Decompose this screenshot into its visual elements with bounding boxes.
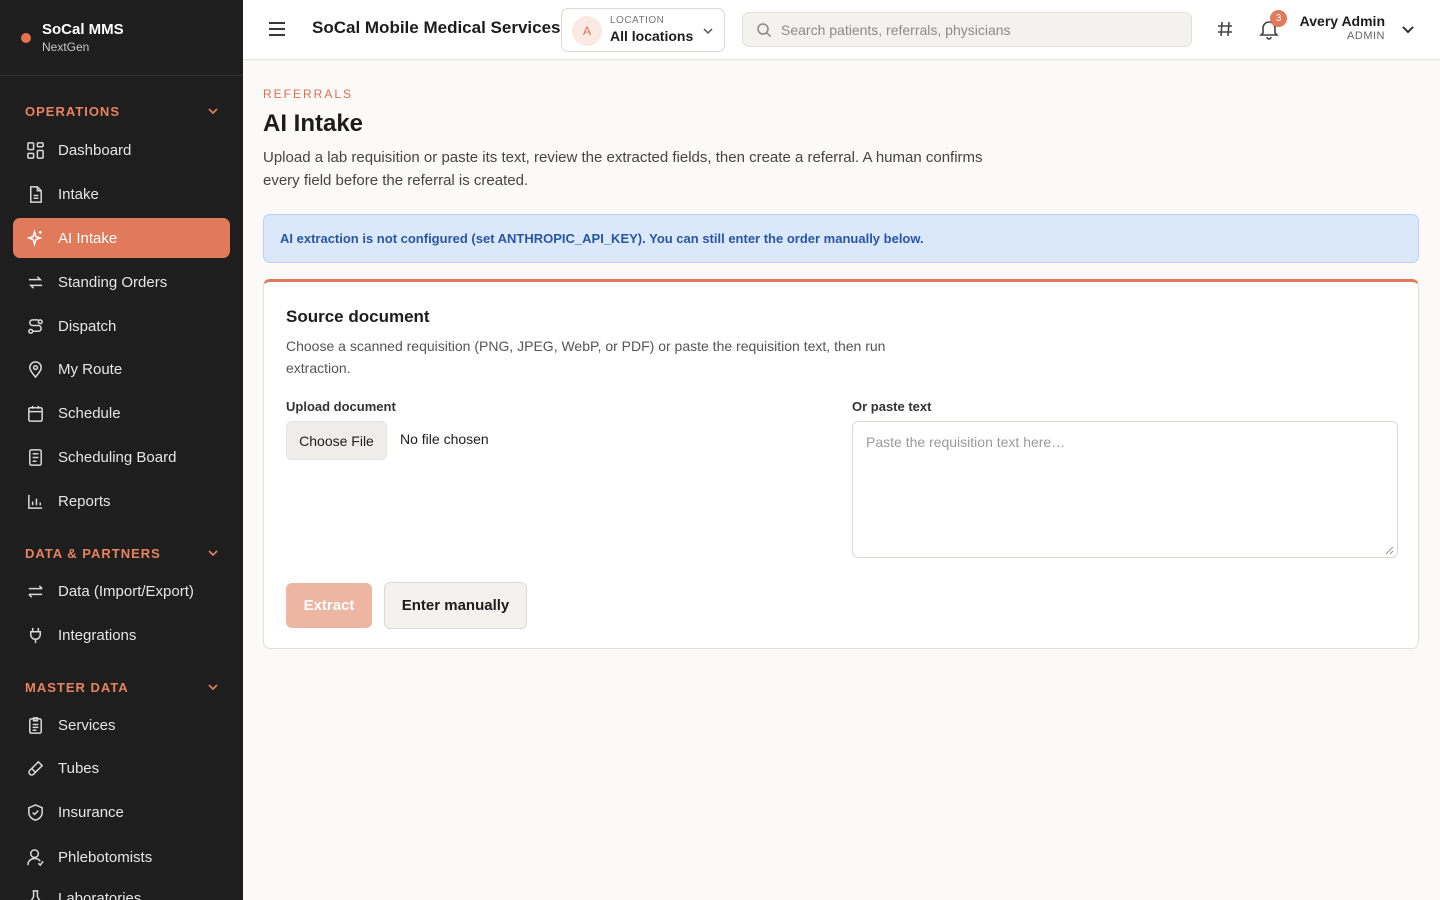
sidebar-item-scheduling-board[interactable]: Scheduling Board xyxy=(13,437,230,477)
sidebar-item-laboratories[interactable]: Laboratories xyxy=(13,878,230,900)
sidebar-item-intake[interactable]: Intake xyxy=(13,174,230,214)
location-selector[interactable]: A LOCATION All locations xyxy=(561,8,725,52)
search-icon xyxy=(757,23,772,38)
sidebar-item-label: AI Intake xyxy=(58,229,118,247)
sidebar-item-label: Intake xyxy=(58,185,99,203)
sidebar-item-label: Scheduling Board xyxy=(58,448,177,466)
section-operations-label: OPERATIONS xyxy=(25,103,120,119)
plug-icon xyxy=(29,627,42,643)
user-role: ADMIN xyxy=(1347,30,1385,42)
section-operations[interactable]: OPERATIONS xyxy=(0,101,243,121)
location-avatar: A xyxy=(572,16,602,46)
sidebar-item-label: Standing Orders xyxy=(58,273,168,291)
chevron-down-icon xyxy=(208,108,218,115)
page-title: AI Intake xyxy=(263,110,364,137)
sidebar-item-label: Dispatch xyxy=(58,317,117,335)
sidebar-item-ai-intake[interactable]: AI Intake xyxy=(13,218,230,258)
sidebar: SoCal MMS NextGen OPERATIONS Dashboard I… xyxy=(0,0,243,900)
document-icon xyxy=(29,185,42,203)
route-icon xyxy=(28,318,43,334)
flask-icon xyxy=(30,889,41,900)
sidebar-item-reports[interactable]: Reports xyxy=(13,481,230,521)
sidebar-item-label: Integrations xyxy=(58,626,137,644)
bar-chart-icon xyxy=(28,494,43,509)
repeat-icon xyxy=(28,275,43,289)
sidebar-item-integrations[interactable]: Integrations xyxy=(13,615,230,655)
sidebar-item-label: Data (Import/Export) xyxy=(58,582,194,600)
calendar-icon xyxy=(28,405,43,422)
breadcrumb: REFERRALS xyxy=(263,87,354,101)
chevron-down-icon xyxy=(208,550,218,557)
sidebar-item-data-import-export[interactable]: Data (Import/Export) xyxy=(13,571,230,611)
sidebar-item-schedule[interactable]: Schedule xyxy=(13,393,230,433)
sidebar-item-label: Dashboard xyxy=(58,141,132,159)
location-label: LOCATION xyxy=(610,15,665,26)
user-icon xyxy=(27,848,44,866)
sidebar-item-standing-orders[interactable]: Standing Orders xyxy=(13,262,230,302)
sidebar-item-label: Insurance xyxy=(58,803,124,821)
paste-label: Or paste text xyxy=(852,399,932,414)
card-description: Choose a scanned requisition (PNG, JPEG,… xyxy=(286,338,886,376)
no-file-text: No file chosen xyxy=(400,431,489,447)
section-data-partners[interactable]: DATA & PARTNERS xyxy=(0,543,243,563)
brand-name: SoCal MMS xyxy=(42,20,124,38)
sidebar-item-label: Laboratories xyxy=(58,889,142,900)
choose-file-button[interactable]: Choose File xyxy=(286,421,387,460)
location-value: All locations xyxy=(610,28,694,44)
map-pin-icon xyxy=(29,360,42,378)
sidebar-item-insurance[interactable]: Insurance xyxy=(13,792,230,832)
sidebar-item-label: Schedule xyxy=(58,404,121,422)
brand[interactable]: SoCal MMS NextGen xyxy=(0,0,243,76)
sparkle-icon xyxy=(26,228,43,247)
resize-handle-icon[interactable] xyxy=(1385,546,1394,555)
sidebar-item-label: Phlebotomists xyxy=(58,848,153,866)
chevron-down-icon[interactable] xyxy=(1401,22,1415,36)
sidebar-item-label: Tubes xyxy=(58,759,100,777)
tube-icon xyxy=(28,760,44,776)
sidebar-item-label: Services xyxy=(58,716,116,734)
shield-icon xyxy=(28,803,43,821)
hash-icon[interactable] xyxy=(1215,19,1235,39)
chevron-down-icon xyxy=(703,28,713,35)
source-document-card: Source document Choose a scanned requisi… xyxy=(263,279,1419,649)
extract-button[interactable]: Extract xyxy=(286,583,372,628)
board-icon xyxy=(29,448,42,466)
sidebar-item-phlebotomists[interactable]: Phlebotomists xyxy=(13,837,230,877)
card-title: Source document xyxy=(286,307,430,326)
arrows-icon xyxy=(28,584,43,598)
sidebar-item-my-route[interactable]: My Route xyxy=(13,349,230,389)
sidebar-item-label: Reports xyxy=(58,492,111,510)
top-header: SoCal Mobile Medical Services A LOCATION… xyxy=(243,0,1440,60)
upload-label: Upload document xyxy=(286,399,396,414)
sidebar-item-dispatch[interactable]: Dispatch xyxy=(13,306,230,346)
menu-icon[interactable] xyxy=(267,19,287,39)
brand-subtitle: NextGen xyxy=(42,39,90,54)
section-data-partners-label: DATA & PARTNERS xyxy=(25,545,161,561)
user-name[interactable]: Avery Admin xyxy=(1300,13,1385,29)
paste-text-area[interactable] xyxy=(852,421,1398,558)
section-master-data[interactable]: MASTER DATA xyxy=(0,677,243,697)
dashboard-icon xyxy=(27,141,44,159)
sidebar-item-label: My Route xyxy=(58,360,123,378)
section-master-data-label: MASTER DATA xyxy=(25,679,129,695)
sidebar-item-dashboard[interactable]: Dashboard xyxy=(13,130,230,170)
enter-manually-button[interactable]: Enter manually xyxy=(384,582,527,629)
brand-status-dot xyxy=(21,32,31,43)
sidebar-item-tubes[interactable]: Tubes xyxy=(13,748,230,788)
config-alert: AI extraction is not configured (set ANT… xyxy=(263,214,1419,263)
chevron-down-icon xyxy=(208,684,218,691)
notification-count-badge: 3 xyxy=(1270,10,1287,27)
app-title: SoCal Mobile Medical Services xyxy=(312,18,561,37)
search-input[interactable] xyxy=(781,13,1181,46)
page-description: Upload a lab requisition or paste its te… xyxy=(263,149,983,189)
global-search[interactable] xyxy=(742,12,1192,47)
clipboard-icon xyxy=(29,716,42,734)
sidebar-item-services[interactable]: Services xyxy=(13,705,230,745)
